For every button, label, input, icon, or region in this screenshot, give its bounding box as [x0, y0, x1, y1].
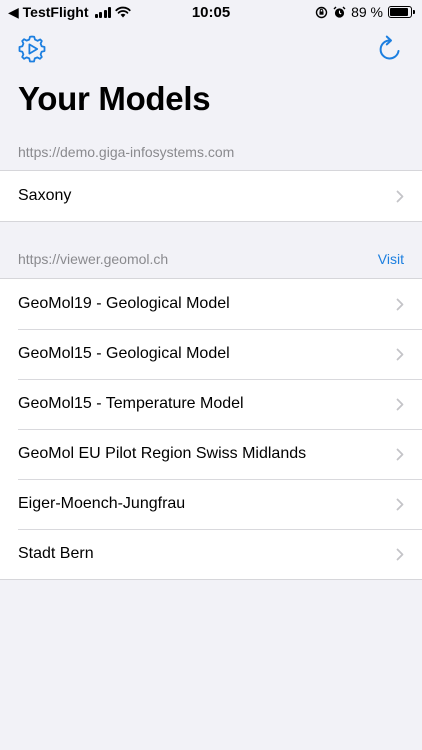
battery-level [390, 8, 408, 16]
battery-icon [388, 6, 415, 18]
section-header-geomol: https://viewer.geomol.ch Visit [0, 249, 422, 269]
model-row-eiger-moench-jungfrau[interactable]: Eiger-Moench-Jungfrau [0, 479, 422, 529]
model-row-stadt-bern[interactable]: Stadt Bern [0, 529, 422, 579]
visit-link[interactable]: Visit [378, 251, 404, 267]
section-header-giga: https://demo.giga-infosystems.com [0, 142, 422, 162]
model-row-geomol-eu-pilot[interactable]: GeoMol EU Pilot Region Swiss Midlands [0, 429, 422, 479]
chevron-right-icon [396, 448, 404, 460]
chevron-right-icon [396, 498, 404, 510]
battery-percent: 89 % [351, 4, 383, 20]
model-label: GeoMol19 - Geological Model [18, 295, 230, 312]
chevron-right-icon [396, 298, 404, 310]
orientation-lock-icon [315, 6, 328, 18]
settings-gear-play-icon[interactable] [17, 34, 47, 64]
alarm-icon [333, 6, 346, 18]
chevron-right-icon [396, 548, 404, 560]
model-label: Saxony [18, 187, 72, 204]
model-row-geomol19-geological[interactable]: GeoMol19 - Geological Model [0, 279, 422, 329]
back-to-testflight[interactable]: ◀ TestFlight [8, 4, 158, 21]
section-url: https://viewer.geomol.ch [18, 251, 169, 267]
model-row-geomol15-geological[interactable]: GeoMol15 - Geological Model [0, 329, 422, 379]
cellular-signal-icon [94, 6, 111, 18]
section-url: https://demo.giga-infosystems.com [18, 144, 235, 160]
app-screen: ◀ TestFlight 10:05 89 % Your Models http… [0, 0, 422, 750]
model-label: Eiger-Moench-Jungfrau [18, 495, 186, 512]
model-label: GeoMol EU Pilot Region Swiss Midlands [18, 445, 307, 462]
wifi-icon [115, 6, 131, 18]
model-group-giga: Saxony [0, 170, 422, 222]
model-label: GeoMol15 - Temperature Model [18, 395, 244, 412]
chevron-right-icon [396, 348, 404, 360]
model-group-geomol: GeoMol19 - Geological Model GeoMol15 - G… [0, 278, 422, 580]
status-indicators: 89 % [315, 4, 415, 20]
page-title: Your Models [18, 80, 211, 117]
chevron-right-icon [396, 190, 404, 202]
back-label: ◀ TestFlight [8, 3, 89, 20]
model-label: GeoMol15 - Geological Model [18, 345, 230, 362]
model-row-saxony[interactable]: Saxony [0, 171, 422, 221]
model-label: Stadt Bern [18, 545, 94, 562]
status-bar: ◀ TestFlight 10:05 89 % [0, 0, 422, 24]
chevron-right-icon [396, 398, 404, 410]
model-row-geomol15-temperature[interactable]: GeoMol15 - Temperature Model [0, 379, 422, 429]
refresh-icon[interactable] [375, 34, 405, 64]
